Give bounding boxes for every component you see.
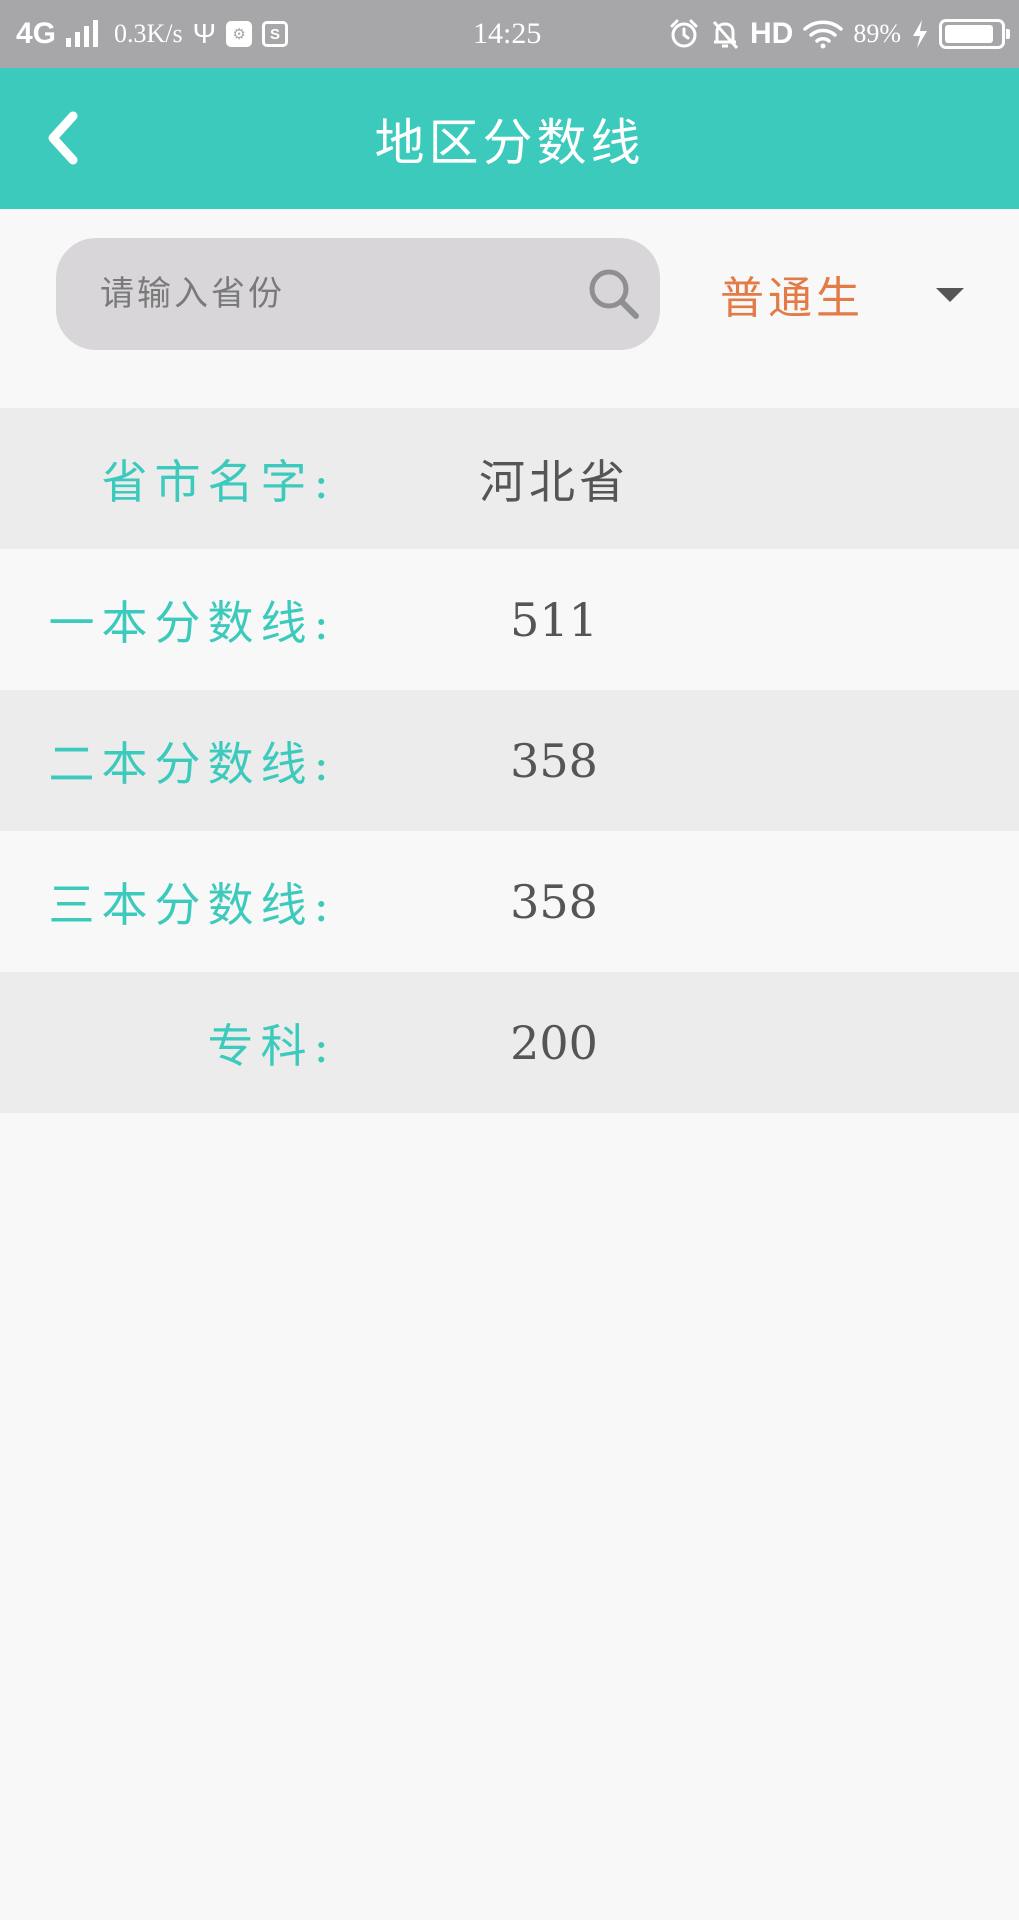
hd-indicator: HD: [749, 17, 794, 50]
row-value: 358: [510, 874, 598, 929]
app-header: 地区分数线: [0, 68, 1019, 209]
table-row-tier1: 一本分数线: 511: [0, 549, 1019, 690]
wifi-icon: [803, 20, 844, 49]
row-value: 358: [510, 733, 598, 788]
row-label: 专科:: [207, 1018, 336, 1073]
table-row-tier2: 二本分数线: 358: [0, 690, 1019, 831]
row-value: 200: [510, 1015, 598, 1070]
charging-icon: [913, 20, 927, 48]
row-value: 河北省: [479, 454, 629, 509]
table-row-tier3: 三本分数线: 358: [0, 831, 1019, 972]
battery-icon: [939, 19, 1010, 49]
page-title: 地区分数线: [374, 113, 645, 172]
table-row-province: 省市名字: 河北省: [0, 408, 1019, 549]
app-notification-icon: S: [262, 21, 289, 47]
row-label: 三本分数线:: [48, 877, 336, 932]
usb-icon: Ψ: [192, 18, 217, 49]
bell-off-icon: [712, 21, 739, 49]
student-type-value: 普通生: [720, 273, 864, 324]
chevron-down-icon: [936, 288, 964, 302]
row-label: 省市名字:: [101, 454, 336, 509]
signal-icon: [66, 20, 99, 47]
network-speed: 0.3K/s: [114, 19, 183, 48]
student-type-select[interactable]: 普通生: [700, 238, 980, 350]
status-bar-left: 4G 0.3K/s Ψ ⚙ S: [16, 0, 289, 68]
row-value: 511: [510, 592, 598, 647]
status-bar-right: HD 89%: [668, 0, 1010, 68]
network-type: 4G: [16, 17, 57, 50]
status-bar: 4G 0.3K/s Ψ ⚙ S 14:25 HD 89%: [0, 0, 1019, 68]
search-icon[interactable]: [586, 266, 642, 322]
row-label: 一本分数线:: [48, 595, 336, 650]
table-row-junior-college: 专科: 200: [0, 972, 1019, 1113]
back-button[interactable]: [28, 100, 98, 176]
battery-level: [945, 25, 994, 43]
row-label: 二本分数线:: [48, 736, 336, 791]
search-input[interactable]: [100, 238, 570, 350]
alarm-icon: [670, 19, 698, 48]
chevron-left-icon: [48, 111, 78, 165]
search-box: [56, 238, 660, 350]
status-time: 14:25: [473, 17, 542, 50]
battery-percent: 89%: [853, 19, 901, 48]
score-table: 省市名字: 河北省 一本分数线: 511 二本分数线: 358 三本分数线: 3…: [0, 408, 1019, 1113]
usb-debug-icon: ⚙: [226, 21, 253, 47]
